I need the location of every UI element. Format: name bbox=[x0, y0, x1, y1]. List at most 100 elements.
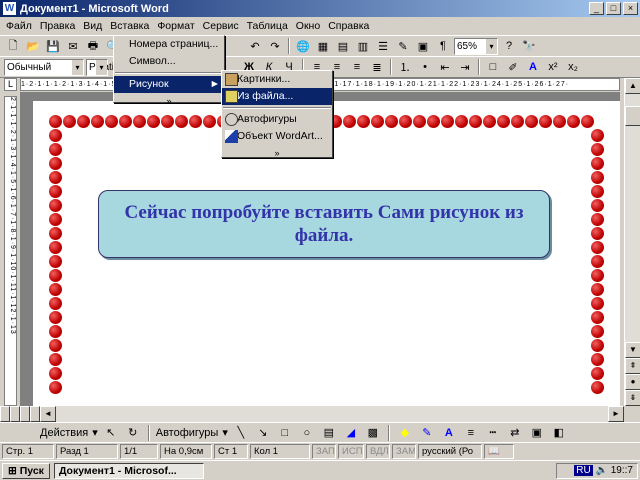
menu-item-picture[interactable]: Рисунок ► bbox=[114, 76, 224, 93]
apple-border-ornament bbox=[525, 115, 538, 128]
next-page-icon[interactable]: ⇟ bbox=[625, 390, 640, 406]
line-style-icon[interactable]: ≡ bbox=[462, 424, 480, 442]
decrease-indent-icon[interactable]: ⇤ bbox=[436, 58, 454, 76]
browse-object-icon[interactable]: ● bbox=[625, 374, 640, 390]
border-icon[interactable]: □ bbox=[484, 58, 502, 76]
arrow-style-icon[interactable]: ⇄ bbox=[506, 424, 524, 442]
menu-edit[interactable]: Правка bbox=[36, 20, 79, 32]
minimize-button[interactable]: _ bbox=[589, 2, 604, 15]
superscript-icon[interactable]: x² bbox=[544, 58, 562, 76]
fill-color-icon[interactable]: ◆ bbox=[396, 424, 414, 442]
increase-indent-icon[interactable]: ⇥ bbox=[456, 58, 474, 76]
menu-item-page-numbers[interactable]: Номера страниц... bbox=[114, 36, 224, 53]
show-hide-icon[interactable]: ¶ bbox=[434, 37, 452, 55]
document-map-icon[interactable]: ▣ bbox=[414, 37, 432, 55]
justify-icon[interactable]: ≣ bbox=[368, 58, 386, 76]
normal-view-icon[interactable] bbox=[0, 406, 10, 422]
close-button[interactable]: × bbox=[623, 2, 638, 15]
spelling-status-icon[interactable]: 📖 bbox=[484, 443, 514, 459]
columns-icon[interactable]: ☰ bbox=[374, 37, 392, 55]
status-language[interactable]: русский (Ро bbox=[418, 443, 482, 459]
scroll-down-icon[interactable]: ▼ bbox=[625, 342, 640, 358]
save-icon[interactable]: 💾 bbox=[44, 37, 62, 55]
menu-table[interactable]: Таблица bbox=[243, 20, 292, 32]
status-ext[interactable]: ВДЛ bbox=[366, 443, 390, 459]
web-view-icon[interactable] bbox=[10, 406, 20, 422]
undo-icon[interactable]: ↶ bbox=[246, 37, 264, 55]
font-select[interactable]: Palati bbox=[86, 58, 114, 76]
volume-icon[interactable]: 🔈 bbox=[596, 465, 608, 476]
print-icon[interactable]: 🖶 bbox=[84, 37, 102, 55]
menu-help[interactable]: Справка bbox=[324, 20, 373, 32]
menu-expand-chevron-icon[interactable]: » bbox=[114, 93, 224, 110]
select-objects-icon[interactable]: ↖ bbox=[102, 424, 120, 442]
scroll-thumb[interactable] bbox=[625, 106, 640, 126]
menu-view[interactable]: Вид bbox=[79, 20, 106, 32]
outline-view-icon[interactable] bbox=[30, 406, 40, 422]
status-ovr[interactable]: ЗАМ bbox=[392, 443, 416, 459]
menu-format[interactable]: Формат bbox=[153, 20, 198, 32]
email-icon[interactable]: ✉ bbox=[64, 37, 82, 55]
apple-border-ornament bbox=[175, 115, 188, 128]
insert-table-icon[interactable]: ▤ bbox=[334, 37, 352, 55]
vertical-scrollbar[interactable]: ▲ ▼ ⇞ ● ⇟ bbox=[624, 78, 640, 406]
start-button[interactable]: ⊞ Пуск bbox=[2, 462, 50, 479]
subscript-icon[interactable]: x₂ bbox=[564, 58, 582, 76]
drawing-icon[interactable]: ✎ bbox=[394, 37, 412, 55]
status-rec[interactable]: ЗАП bbox=[312, 443, 336, 459]
3d-icon[interactable]: ◧ bbox=[550, 424, 568, 442]
word-app-icon[interactable]: W bbox=[3, 2, 16, 15]
style-select[interactable]: Обычный bbox=[4, 58, 84, 76]
line-icon[interactable]: ╲ bbox=[232, 424, 250, 442]
autoshapes-menu[interactable]: Автофигуры bbox=[156, 427, 219, 439]
line-color-icon[interactable]: ✎ bbox=[418, 424, 436, 442]
arrow-icon[interactable]: ↘ bbox=[254, 424, 272, 442]
textbox-icon[interactable]: ▤ bbox=[320, 424, 338, 442]
menu-file[interactable]: Файл bbox=[2, 20, 36, 32]
language-indicator[interactable]: RU bbox=[574, 465, 593, 476]
tables-borders-icon[interactable]: ▦ bbox=[314, 37, 332, 55]
menu-item-wordart[interactable]: Объект WordArt... bbox=[222, 128, 332, 145]
help-icon[interactable]: ? bbox=[500, 37, 518, 55]
oval-icon[interactable]: ○ bbox=[298, 424, 316, 442]
print-view-icon[interactable] bbox=[20, 406, 30, 422]
excel-icon[interactable]: ▥ bbox=[354, 37, 372, 55]
hyperlink-icon[interactable]: 🌐 bbox=[294, 37, 312, 55]
menu-item-clipart[interactable]: Картинки... bbox=[222, 71, 332, 88]
prev-page-icon[interactable]: ⇞ bbox=[625, 358, 640, 374]
vertical-ruler: 2·1·1·1·2·1·3·1·4·1·5·1·6·1·7·1·8·1·9·1·… bbox=[4, 96, 17, 406]
horizontal-scrollbar[interactable]: ◄ ► bbox=[40, 406, 624, 422]
redo-icon[interactable]: ↷ bbox=[266, 37, 284, 55]
tab-selector[interactable]: L bbox=[4, 78, 17, 91]
wordart-icon[interactable]: ◢ bbox=[342, 424, 360, 442]
status-trk[interactable]: ИСПР bbox=[338, 443, 364, 459]
submenu-expand-chevron-icon[interactable]: » bbox=[222, 145, 332, 162]
menu-item-autoshapes[interactable]: Автофигуры bbox=[222, 111, 332, 128]
shadow-icon[interactable]: ▣ bbox=[528, 424, 546, 442]
menu-window[interactable]: Окно bbox=[292, 20, 324, 32]
font-color-icon[interactable]: A bbox=[524, 58, 542, 76]
scroll-right-icon[interactable]: ► bbox=[608, 406, 624, 422]
scroll-left-icon[interactable]: ◄ bbox=[40, 406, 56, 422]
find-icon[interactable]: 🔭 bbox=[520, 37, 538, 55]
scroll-up-icon[interactable]: ▲ bbox=[625, 78, 640, 94]
menu-tools[interactable]: Сервис bbox=[199, 20, 243, 32]
highlight-icon[interactable]: ✐ bbox=[504, 58, 522, 76]
align-right-icon[interactable]: ≡ bbox=[348, 58, 366, 76]
free-rotate-icon[interactable]: ↻ bbox=[124, 424, 142, 442]
rectangle-icon[interactable]: □ bbox=[276, 424, 294, 442]
menu-insert[interactable]: Вставка bbox=[106, 20, 153, 32]
numbering-icon[interactable]: ⒈ bbox=[396, 58, 414, 76]
taskbar-word-item[interactable]: Документ1 - Microsof... bbox=[53, 462, 204, 479]
clipart-icon[interactable]: ▩ bbox=[364, 424, 382, 442]
new-document-icon[interactable]: 🗋 bbox=[4, 37, 22, 55]
zoom-select[interactable]: 65% bbox=[454, 37, 498, 55]
dash-style-icon[interactable]: ┅ bbox=[484, 424, 502, 442]
bullets-icon[interactable]: • bbox=[416, 58, 434, 76]
open-folder-icon[interactable]: 📂 bbox=[24, 37, 42, 55]
menu-item-symbol[interactable]: Символ... bbox=[114, 53, 224, 70]
maximize-button[interactable]: □ bbox=[606, 2, 621, 15]
font-color-icon[interactable]: A bbox=[440, 424, 458, 442]
menu-item-from-file[interactable]: Из файла... bbox=[222, 88, 332, 105]
actions-menu[interactable]: Действия bbox=[40, 427, 88, 439]
